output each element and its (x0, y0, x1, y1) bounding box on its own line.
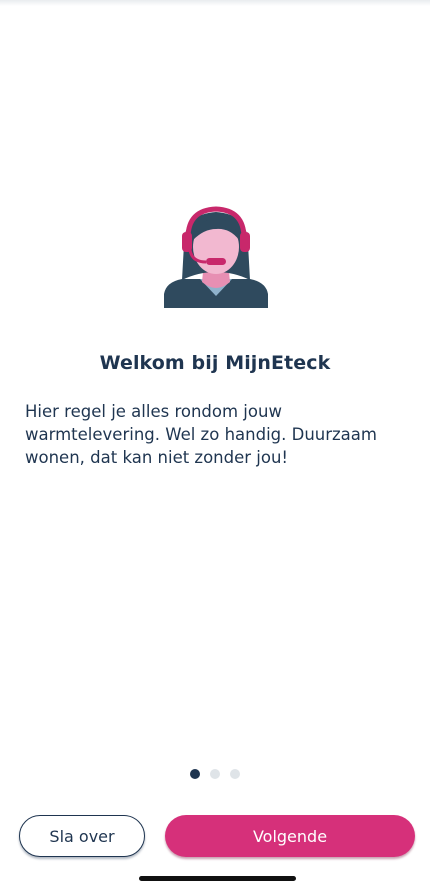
page-dot-1-active[interactable] (190, 769, 200, 779)
home-indicator[interactable] (139, 876, 296, 881)
page-dot-2[interactable] (210, 769, 220, 779)
page-indicator (0, 769, 430, 779)
welcome-description: Hier regel je alles rondom jouw warmtele… (25, 402, 377, 467)
skip-button[interactable]: Sla over (19, 815, 145, 857)
top-edge-shadow (0, 0, 430, 6)
onboarding-screen: Welkom bij MijnEteck Hier regel je alles… (0, 0, 430, 888)
page-dot-3[interactable] (230, 769, 240, 779)
support-agent-headset-icon (164, 206, 268, 308)
welcome-title: Welkom bij MijnEteck (99, 352, 331, 374)
next-button[interactable]: Volgende (165, 815, 415, 857)
